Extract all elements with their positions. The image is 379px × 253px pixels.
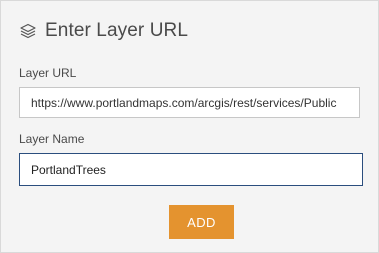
layer-url-input[interactable]	[19, 87, 360, 118]
page-title: Enter Layer URL	[45, 20, 189, 41]
layers-icon	[19, 22, 37, 40]
panel-header: Enter Layer URL	[19, 19, 188, 43]
layer-name-input[interactable]	[19, 153, 363, 186]
add-button[interactable]: ADD	[169, 205, 234, 239]
layer-name-label: Layer Name	[19, 132, 85, 146]
layer-url-label: Layer URL	[19, 66, 77, 80]
enter-layer-url-panel: Enter Layer URL Layer URL Layer Name ADD	[0, 0, 379, 253]
